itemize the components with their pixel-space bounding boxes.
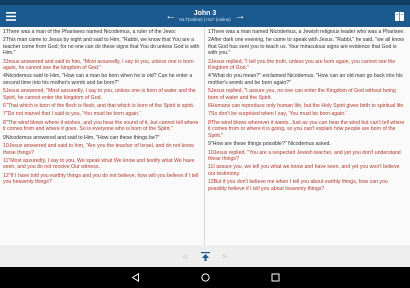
- next-chapter-icon[interactable]: →: [235, 10, 246, 22]
- previous-page-button[interactable]: «: [182, 251, 188, 262]
- verse-text: Jesus replied, "You are a respected Jewi…: [208, 149, 401, 162]
- verse[interactable]: 6Humans can reproduce only human life, b…: [208, 103, 407, 109]
- verse-text: "Do not marvel that I said to you, 'You …: [5, 111, 141, 118]
- verse-text: Jesus answered and said to him, "Most as…: [3, 58, 194, 72]
- verse[interactable]: 9"How are these things possible?" Nicode…: [208, 141, 407, 147]
- verse-text: Jesus answered and said to him, "Are you…: [3, 143, 194, 156]
- verse[interactable]: 11I assure you, we tell you what we know…: [208, 164, 407, 177]
- verse[interactable]: 2This man came to Jesus by night and sai…: [3, 37, 201, 56]
- verse-text: Humans can reproduce only human life, bu…: [210, 103, 405, 110]
- verse[interactable]: 7"Do not marvel that I said to you, 'You…: [3, 111, 201, 117]
- verse-text: I assure you, we tell you what we know a…: [208, 164, 400, 177]
- chapter-navigator: ← John 3 NLT(online) | HLT (online) →: [165, 10, 246, 23]
- back-icon[interactable]: [130, 273, 140, 283]
- right-translation-column[interactable]: 1There was a man named Nicodemus, a Jewi…: [205, 27, 410, 245]
- version-selector[interactable]: NLT(online) | HLT (online): [179, 17, 230, 23]
- verse-text: The wind blows wherever it wants. Just a…: [208, 119, 405, 139]
- left-translation-column[interactable]: 1There was a man of the Pharisees named …: [0, 27, 205, 245]
- parallel-text: 1There was a man of the Pharisees named …: [0, 27, 410, 245]
- verse-text: "The wind blows where it wishes, and you…: [3, 119, 199, 133]
- next-page-button[interactable]: »: [222, 251, 228, 262]
- verse[interactable]: 9Nicodemus answered and said to Him, "Ho…: [3, 135, 201, 141]
- book-icon[interactable]: [392, 9, 406, 23]
- verse[interactable]: 3Jesus replied, "I tell you the truth, u…: [208, 59, 407, 72]
- verse-text: After dark one evening, he came to speak…: [208, 37, 404, 57]
- verse[interactable]: 1There was a man of the Pharisees named …: [3, 29, 201, 35]
- verse-text: "How are these things possible?" Nicodem…: [210, 141, 331, 148]
- previous-chapter-icon[interactable]: ←: [165, 10, 176, 22]
- scroll-to-top-icon[interactable]: [200, 251, 210, 261]
- verse[interactable]: 5Jesus replied, "I assure you, no one ca…: [208, 88, 407, 101]
- verse-text: "Most assuredly, I say to you, We speak …: [3, 157, 195, 171]
- verse[interactable]: 5Jesus answered, "Most assuredly, I say …: [3, 88, 201, 101]
- verse-text: "If I have told you earthly things and y…: [3, 172, 199, 186]
- verse[interactable]: 8"The wind blows where it wishes, and yo…: [3, 120, 201, 133]
- verse[interactable]: 12"If I have told you earthly things and…: [3, 173, 201, 186]
- chapter-title[interactable]: John 3: [179, 10, 230, 17]
- verse-text: Nicodemus answered and said to Him, "How…: [5, 134, 160, 141]
- verse-text: But if you don't believe me when I tell …: [208, 179, 388, 192]
- bottom-navigation-strip: « »: [0, 245, 410, 267]
- verse[interactable]: 4"What do you mean?" exclaimed Nicodemus…: [208, 73, 407, 86]
- verse[interactable]: 12But if you don't believe me when I tel…: [208, 179, 407, 192]
- verse-text: "That which is born of the flesh is fles…: [5, 103, 195, 110]
- verse[interactable]: 4Nicodemus said to Him, "How can a man b…: [3, 73, 201, 86]
- verse[interactable]: 10Jesus replied, "You are a respected Je…: [208, 150, 407, 163]
- hamburger-icon[interactable]: [4, 9, 18, 23]
- title-block[interactable]: John 3 NLT(online) | HLT (online): [179, 10, 230, 23]
- verse[interactable]: 6"That which is born of the flesh is fle…: [3, 103, 201, 109]
- system-navigation-bar: [0, 267, 410, 288]
- verse[interactable]: 10Jesus answered and said to him, "Are y…: [3, 143, 201, 156]
- verse[interactable]: 3Jesus answered and said to him, "Most a…: [3, 59, 201, 72]
- recents-icon[interactable]: [270, 273, 280, 283]
- verse-text: Jesus replied, "I tell you the truth, un…: [208, 58, 396, 72]
- verse-text: So don't be surprised when I say, 'You m…: [210, 111, 347, 118]
- verse-text: There was a man named Nicodemus, a Jewis…: [210, 29, 405, 35]
- verse-text: This man came to Jesus by night and said…: [3, 37, 200, 57]
- verse-text: Jesus replied, "I assure you, no one can…: [208, 88, 396, 101]
- verse-text: There was a man of the Pharisees named N…: [5, 29, 177, 35]
- verse[interactable]: 11"Most assuredly, I say to you, We spea…: [3, 158, 201, 171]
- verse-text: "What do you mean?" exclaimed Nicodemus.…: [208, 73, 403, 86]
- verse-text: Jesus answered, "Most assuredly, I say t…: [3, 88, 196, 101]
- app-bar: ← John 3 NLT(online) | HLT (online) →: [0, 5, 410, 27]
- verse[interactable]: 1There was a man named Nicodemus, a Jewi…: [208, 29, 407, 35]
- home-icon[interactable]: [200, 273, 210, 283]
- verse[interactable]: 8The wind blows wherever it wants. Just …: [208, 120, 407, 139]
- verse[interactable]: 7So don't be surprised when I say, 'You …: [208, 111, 407, 117]
- verse[interactable]: 2After dark one evening, he came to spea…: [208, 37, 407, 56]
- verse-text: Nicodemus said to Him, "How can a man be…: [3, 73, 193, 86]
